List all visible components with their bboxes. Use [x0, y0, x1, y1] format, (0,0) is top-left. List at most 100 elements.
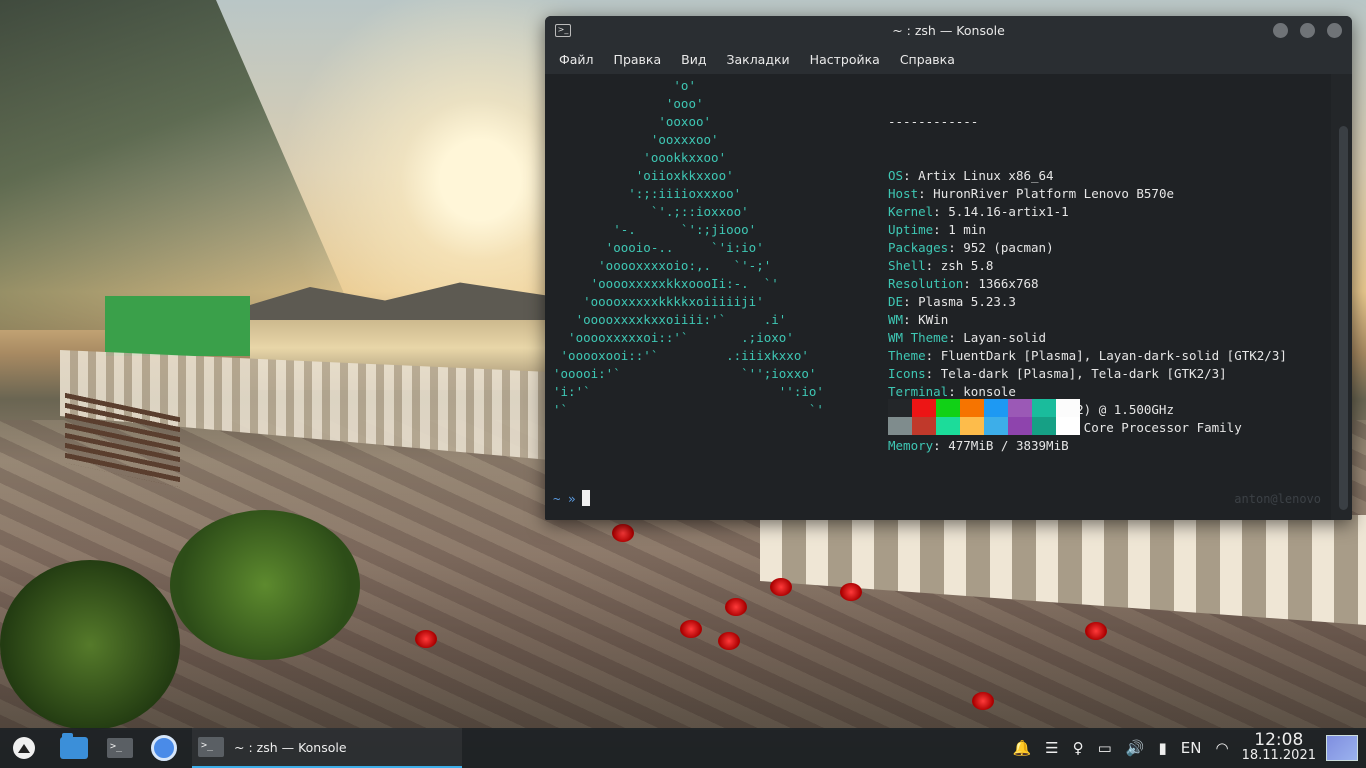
text-cursor — [581, 490, 590, 506]
info-value: Tela-dark [Plasma], Tela-dark [GTK2/3] — [940, 366, 1227, 381]
palette-swatch — [936, 417, 960, 435]
info-key: Theme — [888, 348, 926, 363]
wallpaper-bench — [65, 392, 180, 488]
clock[interactable]: 12:08 18.11.2021 — [1242, 732, 1316, 764]
color-palette — [888, 399, 1080, 435]
usb-device-icon[interactable]: ▮ — [1159, 739, 1167, 757]
palette-swatch — [984, 417, 1008, 435]
palette-swatch — [960, 417, 984, 435]
info-key: Icons — [888, 366, 926, 381]
info-value: FluentDark [Plasma], Layan-dark-solid [G… — [940, 348, 1287, 363]
menu-help[interactable]: Справка — [900, 52, 955, 67]
app-launcher-button[interactable] — [6, 730, 42, 766]
info-value: HuronRiver Platform Lenovo B570e — [933, 186, 1174, 201]
volume-icon[interactable]: 🔊 — [1126, 739, 1145, 757]
info-line: Memory: 477MiB / 3839MiB — [888, 438, 1069, 453]
palette-swatch — [912, 399, 936, 417]
file-manager-button[interactable] — [56, 730, 92, 766]
terminal-icon: >_ — [198, 737, 224, 757]
info-line: Host: HuronRiver Platform Lenovo B570e — [888, 186, 1174, 201]
info-key: Shell — [888, 258, 926, 273]
shell-prompt: ~ » — [553, 490, 590, 506]
palette-swatch — [1056, 399, 1080, 417]
palette-swatch — [1032, 417, 1056, 435]
info-value: KWin — [918, 312, 949, 327]
window-title: ~ : zsh — Konsole — [892, 22, 1005, 38]
info-value: 1366x768 — [978, 276, 1039, 291]
palette-swatch — [912, 417, 936, 435]
info-value: 5.14.16-artix1-1 — [948, 204, 1069, 219]
bell-icon[interactable]: 🔔 — [1012, 739, 1031, 757]
menu-view[interactable]: Вид — [681, 52, 706, 67]
clipboard-icon[interactable]: ☰ — [1045, 739, 1058, 757]
info-key: Terminal — [888, 384, 949, 399]
prompt-text: ~ » — [553, 491, 576, 506]
info-line: Icons: Tela-dark [Plasma], Tela-dark [GT… — [888, 366, 1227, 381]
wallpaper-sea — [250, 320, 550, 390]
menu-edit[interactable]: Правка — [614, 52, 662, 67]
lightbulb-icon[interactable]: ♀ — [1073, 739, 1084, 757]
terminal-scrollbar[interactable] — [1339, 126, 1348, 510]
palette-swatch — [936, 399, 960, 417]
terminal-launcher-button[interactable]: >_ — [102, 730, 138, 766]
window-titlebar[interactable]: >_ ~ : zsh — Konsole — [545, 16, 1352, 44]
info-line: WM: KWin — [888, 312, 949, 327]
info-value: zsh 5.8 — [940, 258, 994, 273]
info-value: Layan-solid — [963, 330, 1047, 345]
palette-swatch — [888, 399, 912, 417]
menu-file[interactable]: Файл — [559, 52, 594, 67]
info-value: konsole — [963, 384, 1016, 399]
browser-launcher-button[interactable] — [146, 730, 182, 766]
palette-swatch — [960, 399, 984, 417]
terminal-icon: >_ — [107, 738, 133, 758]
konsole-window[interactable]: >_ ~ : zsh — Konsole Файл Правка Вид Зак… — [545, 16, 1352, 520]
palette-swatch — [1008, 417, 1032, 435]
info-key: Memory — [888, 438, 934, 453]
info-key: Host — [888, 186, 919, 201]
wallpaper-rose — [612, 524, 634, 542]
minimize-button[interactable] — [1273, 23, 1288, 38]
wallpaper-rose — [1085, 622, 1107, 640]
wallpaper-rose — [770, 578, 792, 596]
show-desktop-button[interactable] — [1326, 735, 1358, 761]
maximize-button[interactable] — [1300, 23, 1315, 38]
keyboard-layout[interactable]: EN — [1181, 739, 1202, 757]
wallpaper-balustrade-front — [760, 515, 1366, 625]
info-value: 1 min — [948, 222, 986, 237]
wallpaper-rose — [415, 630, 437, 648]
battery-icon[interactable]: ▭ — [1098, 739, 1112, 757]
info-key: Resolution — [888, 276, 964, 291]
clock-date: 18.11.2021 — [1241, 748, 1316, 763]
info-line: Theme: FluentDark [Plasma], Layan-dark-s… — [888, 348, 1287, 363]
close-button[interactable] — [1327, 23, 1342, 38]
menu-settings[interactable]: Настройка — [810, 52, 880, 67]
info-value: Artix Linux x86_64 — [918, 168, 1054, 183]
info-line: WM Theme: Layan-solid — [888, 330, 1047, 345]
info-line: Uptime: 1 min — [888, 222, 986, 237]
clock-time: 12:08 — [1254, 730, 1304, 750]
palette-swatch — [1008, 399, 1032, 417]
wallpaper-rose — [718, 632, 740, 650]
system-tray: 🔔 ☰ ♀ ▭ 🔊 ▮ EN ◠ 12:08 18.11.2021 — [1005, 728, 1366, 768]
info-line: Kernel: 5.14.16-artix1-1 — [888, 204, 1069, 219]
info-line: Shell: zsh 5.8 — [888, 258, 994, 273]
info-key: Packages — [888, 240, 949, 255]
wallpaper-rose — [680, 620, 702, 638]
wifi-icon[interactable]: ◠ — [1215, 739, 1228, 757]
info-key: Kernel — [888, 204, 934, 219]
info-key: WM Theme — [888, 330, 949, 345]
wallpaper-balustrade — [60, 350, 550, 460]
task-label: ~ : zsh — Konsole — [234, 739, 347, 755]
wallpaper-mountain — [0, 0, 360, 330]
menu-bookmarks[interactable]: Закладки — [726, 52, 789, 67]
info-line: DE: Plasma 5.23.3 — [888, 294, 1016, 309]
palette-swatch — [984, 399, 1008, 417]
info-key: OS — [888, 168, 904, 183]
task-konsole[interactable]: >_ ~ : zsh — Konsole — [192, 728, 462, 768]
info-line: Packages: 952 (pacman) — [888, 240, 1054, 255]
info-value: 477MiB / 3839MiB — [948, 438, 1069, 453]
terminal-area[interactable]: 'o' 'ooo' 'ooxoo' 'ooxxxoo' 'oookkxxoo' … — [545, 74, 1331, 520]
palette-swatch — [1032, 399, 1056, 417]
info-line: Resolution: 1366x768 — [888, 276, 1039, 291]
ascii-logo: 'o' 'ooo' 'ooxoo' 'ooxxxoo' 'oookkxxoo' … — [553, 78, 824, 417]
